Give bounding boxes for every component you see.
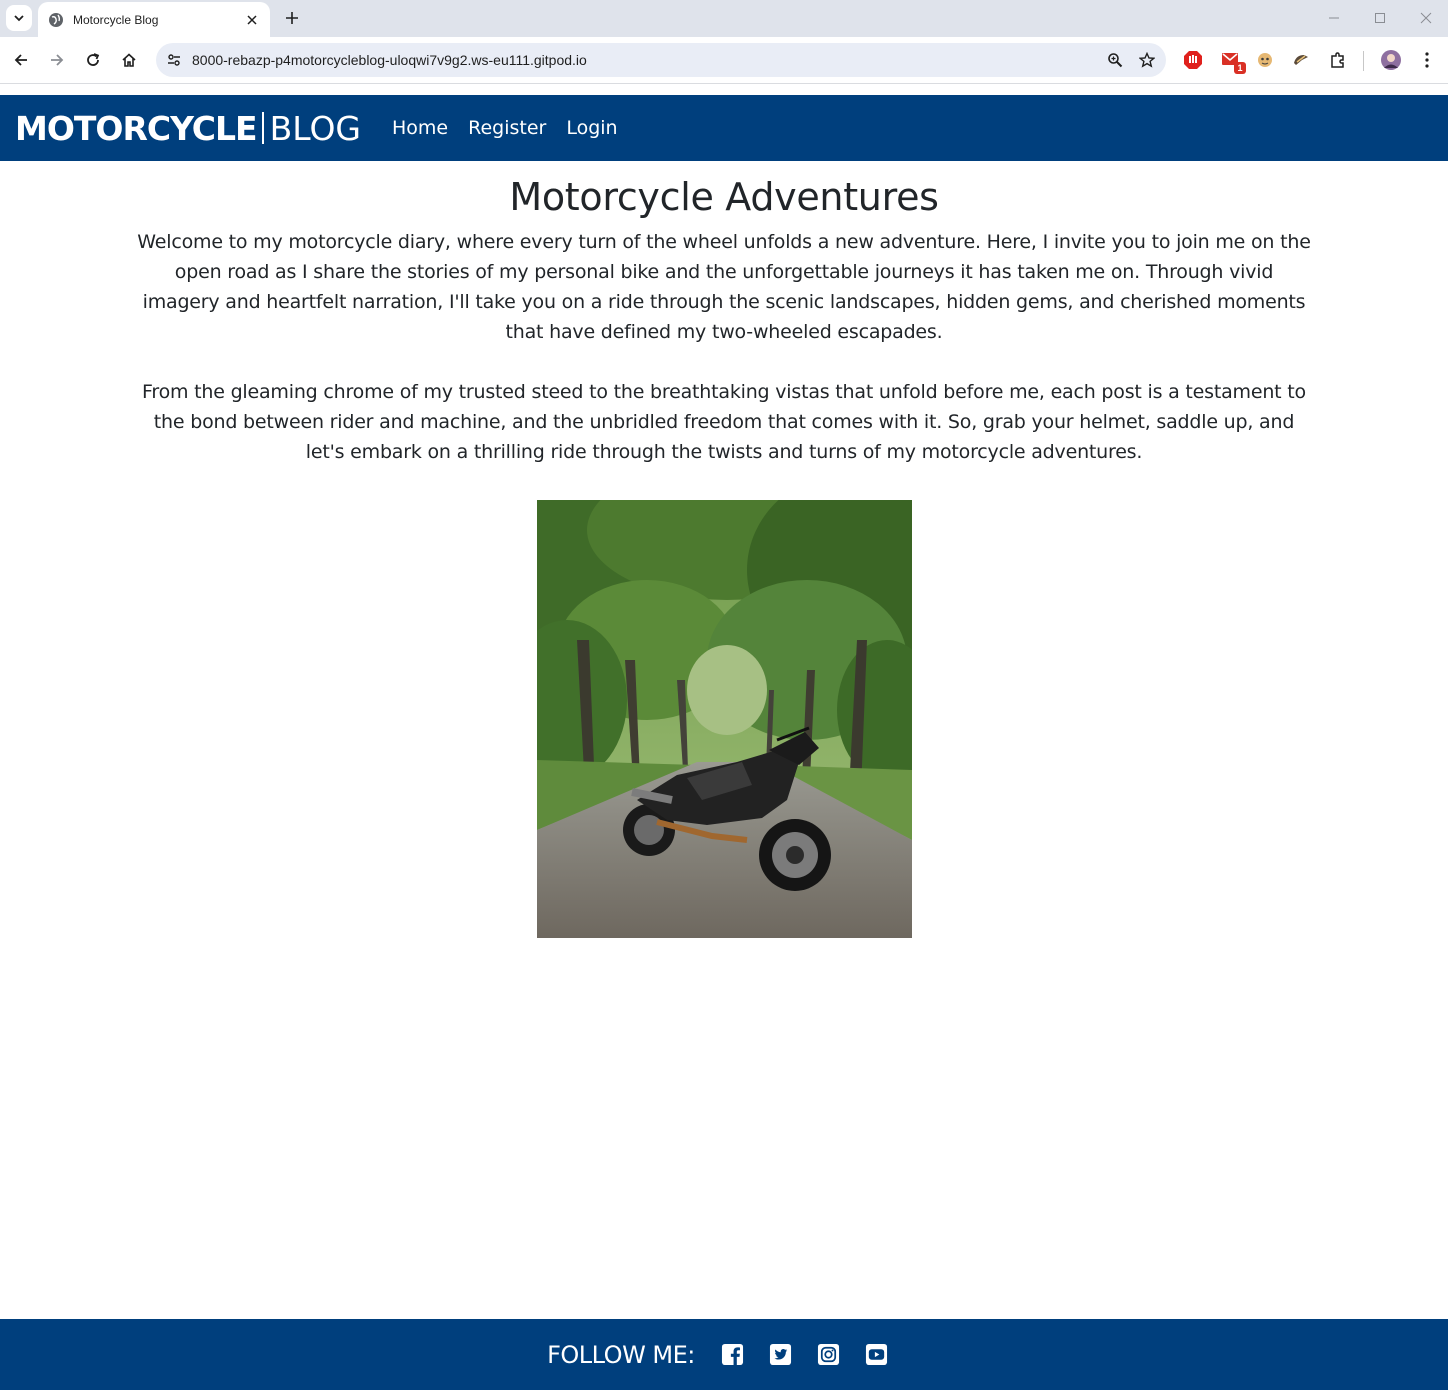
arrow-right-icon [51, 54, 64, 66]
motorcycle-photo [537, 500, 912, 938]
tab-title: Motorcycle Blog [73, 12, 159, 27]
intro-paragraph: Welcome to my motorcycle diary, where ev… [137, 231, 1311, 343]
main-content: Motorcycle Adventures Welcome to my moto… [0, 161, 1448, 938]
window-close-button[interactable] [1414, 6, 1438, 30]
site-footer: FOLLOW ME: [0, 1319, 1448, 1390]
maximize-button[interactable] [1368, 6, 1392, 30]
zoom-icon[interactable] [1102, 47, 1128, 73]
close-icon[interactable] [244, 12, 260, 28]
chevron-down-icon [14, 15, 24, 22]
emoji-extension-icon[interactable] [1253, 48, 1277, 72]
facebook-icon[interactable] [721, 1343, 745, 1367]
nav-links: Home Register Login [392, 117, 638, 139]
helmet-extension-icon[interactable] [1289, 48, 1313, 72]
instagram-icon[interactable] [817, 1343, 841, 1367]
site-logo[interactable]: MOTORCYCLE BLOG [15, 109, 361, 148]
plus-icon [286, 12, 298, 24]
browser-toolbar: 8000-rebazp-p4motorcycleblog-uloqwi7v9g2… [0, 37, 1448, 84]
nav-link-home[interactable]: Home [392, 117, 448, 139]
follow-label: FOLLOW ME: [547, 1340, 695, 1369]
intro-paragraph: From the gleaming chrome of my trusted s… [142, 381, 1306, 463]
address-bar[interactable]: 8000-rebazp-p4motorcycleblog-uloqwi7v9g2… [156, 43, 1166, 77]
minimize-button[interactable] [1322, 6, 1346, 30]
logo-bold-text: MOTORCYCLE [15, 108, 258, 148]
home-icon [122, 53, 136, 67]
site-info-icon[interactable] [164, 50, 184, 70]
reload-button[interactable] [80, 47, 106, 73]
kebab-menu-icon[interactable] [1415, 48, 1439, 72]
twitter-icon[interactable] [769, 1343, 793, 1367]
arrow-left-icon [14, 54, 27, 66]
browser-tab[interactable]: Motorcycle Blog [38, 2, 270, 37]
nav-link-register[interactable]: Register [468, 117, 546, 139]
bookmark-star-icon[interactable] [1134, 47, 1160, 73]
close-icon [1420, 12, 1432, 24]
notification-badge: 1 [1234, 62, 1246, 74]
intro-text: Welcome to my motorcycle diary, where ev… [134, 227, 1314, 467]
toolbar-divider [1363, 51, 1364, 71]
nav-link-login[interactable]: Login [566, 117, 617, 139]
globe-icon [48, 12, 64, 28]
url-text: 8000-rebazp-p4motorcycleblog-uloqwi7v9g2… [192, 52, 587, 68]
maximize-icon [1375, 13, 1385, 23]
tab-search-button[interactable] [6, 5, 32, 31]
new-tab-button[interactable] [280, 6, 304, 30]
logo-thin-text: BLOG [269, 108, 361, 148]
youtube-icon[interactable] [865, 1343, 889, 1367]
minimize-icon [1329, 17, 1339, 19]
page-title: Motorcycle Adventures [509, 175, 939, 219]
logo-divider [261, 112, 264, 144]
gmail-extension-icon[interactable]: 1 [1219, 48, 1246, 74]
adblock-extension-icon[interactable] [1181, 48, 1205, 72]
profile-avatar[interactable] [1379, 48, 1403, 72]
browser-tabstrip: Motorcycle Blog [0, 0, 1448, 37]
site-navbar: MOTORCYCLE BLOG Home Register Login [0, 95, 1448, 161]
forward-button[interactable] [44, 47, 70, 73]
reload-icon [87, 53, 100, 66]
back-button[interactable] [8, 47, 34, 73]
home-button[interactable] [116, 47, 142, 73]
extensions-puzzle-icon[interactable] [1326, 48, 1350, 72]
